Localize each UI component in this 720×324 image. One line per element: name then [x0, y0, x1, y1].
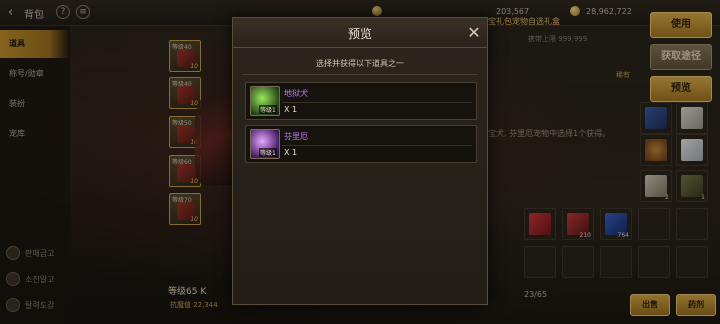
preview-modal: 预览 ✕ 选择并获得以下道具之一 等级1 地狱犬 X 1 等级1 芬里厄 X 1	[232, 17, 488, 305]
divider	[282, 145, 472, 146]
reward-item[interactable]: 等级1 芬里厄 X 1	[245, 125, 477, 163]
modal-header: 预览 ✕	[233, 18, 487, 48]
modal-title: 预览	[347, 27, 372, 41]
reward-name: 地狱犬	[284, 89, 308, 98]
close-icon[interactable]: ✕	[465, 24, 483, 42]
reward-quantity: X 1	[284, 148, 298, 157]
divider	[282, 102, 472, 103]
hellhound-pet-icon: 等级1	[250, 86, 280, 116]
divider	[243, 74, 477, 75]
reward-quantity: X 1	[284, 105, 298, 114]
reward-item[interactable]: 等级1 地狱犬 X 1	[245, 82, 477, 120]
reward-name: 芬里厄	[284, 132, 308, 141]
modal-subtitle: 选择并获得以下道具之一	[316, 59, 404, 68]
fenrir-pet-icon: 等级1	[250, 129, 280, 159]
